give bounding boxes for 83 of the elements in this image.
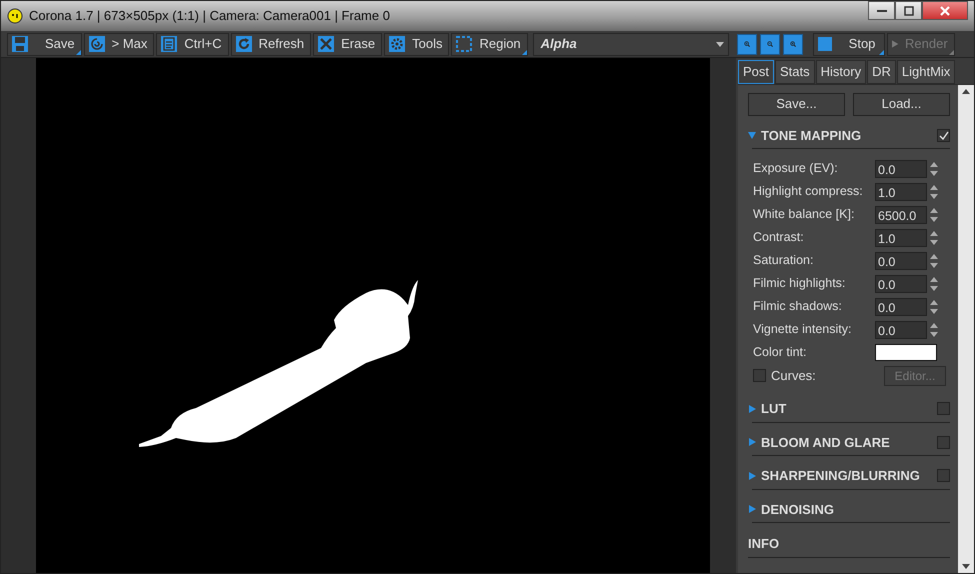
- close-icon: [938, 4, 952, 16]
- number-field[interactable]: 0.0: [875, 320, 927, 338]
- collapsed-arrow-icon[interactable]: [748, 438, 756, 446]
- floppy-icon: [11, 35, 29, 53]
- tab[interactable]: History: [816, 60, 866, 84]
- minimize-button[interactable]: [868, 1, 895, 20]
- number-field[interactable]: 0.0: [875, 298, 927, 316]
- refresh-icon: [234, 35, 253, 53]
- section-title[interactable]: DENOISING: [761, 500, 834, 519]
- window-title: Corona 1.7 | 673×505px (1:1) | Camera: Camera001 | Frame 0: [29, 7, 390, 26]
- spinner-icon: [930, 252, 938, 270]
- checkbox[interactable]: [937, 128, 950, 142]
- spinner-icon: [930, 274, 938, 292]
- panel-button[interactable]: Save...: [748, 92, 845, 116]
- spinner-icon: [930, 160, 938, 178]
- gear-icon: [388, 35, 406, 53]
- expanded-arrow-icon[interactable]: [748, 131, 756, 140]
- zoom-button[interactable]: [760, 34, 780, 54]
- number-field[interactable]: 1.0: [875, 228, 927, 246]
- toolbar-button[interactable]: Erase: [313, 32, 382, 56]
- section-title[interactable]: BLOOM AND GLARE: [761, 432, 890, 452]
- tab[interactable]: Stats: [775, 60, 815, 84]
- number-field[interactable]: 6500.0: [875, 206, 927, 224]
- document-icon: [160, 35, 178, 53]
- toolbar-button[interactable]: Region: [451, 32, 528, 56]
- scroll-up-icon: [962, 88, 970, 94]
- checkbox[interactable]: [937, 469, 950, 482]
- number-field[interactable]: 1.0: [875, 182, 927, 200]
- section-title[interactable]: INFO: [748, 534, 780, 554]
- field-label: Color tint:: [753, 344, 808, 362]
- section-title[interactable]: TONE MAPPING: [761, 126, 862, 145]
- spinner-icon: [930, 320, 938, 338]
- toolbar-button[interactable]: Stop: [812, 32, 885, 56]
- check-icon: [938, 130, 948, 140]
- close-button[interactable]: [922, 1, 968, 20]
- swirl-icon: [88, 35, 106, 53]
- maximize-button[interactable]: [895, 1, 922, 20]
- toolbar-button[interactable]: Refresh: [230, 32, 312, 56]
- checkbox[interactable]: [753, 369, 766, 382]
- collapsed-arrow-icon[interactable]: [748, 505, 756, 514]
- tab[interactable]: Post: [738, 60, 774, 84]
- square-icon: [816, 36, 833, 52]
- field-label: Saturation:: [753, 252, 814, 270]
- spinner-icon: [930, 182, 938, 200]
- maximize-icon: [902, 4, 916, 16]
- minimize-icon: [876, 10, 886, 12]
- dashed-square-icon: [455, 35, 474, 53]
- spinner-icon: [930, 206, 938, 224]
- field-label: White balance [K]:: [753, 206, 856, 224]
- tab[interactable]: DR: [867, 60, 896, 84]
- spinner-icon: [930, 298, 938, 316]
- x-mark-icon: [317, 35, 336, 53]
- tab[interactable]: LightMix: [896, 60, 956, 84]
- field-label: Highlight compress:: [753, 183, 864, 200]
- section-title[interactable]: SHARPENING/BLURRING: [761, 466, 920, 486]
- field-label: Contrast:: [753, 229, 805, 246]
- number-field[interactable]: 0.0: [875, 252, 927, 270]
- section-title[interactable]: LUT: [761, 399, 786, 418]
- spinner-icon: [930, 228, 938, 246]
- collapsed-arrow-icon[interactable]: [748, 472, 756, 480]
- channel-dropdown[interactable]: Alpha: [532, 32, 729, 56]
- toolbar-button[interactable]: Save: [7, 32, 82, 56]
- number-field[interactable]: 0.0: [875, 274, 927, 292]
- zoom-button[interactable]: [782, 34, 803, 54]
- caret-icon: [716, 42, 724, 46]
- field-label: Curves:: [771, 366, 816, 385]
- toolbar-button[interactable]: Ctrl+C: [156, 32, 229, 56]
- panel-button[interactable]: Load...: [853, 92, 950, 116]
- scrollbar[interactable]: [958, 84, 974, 573]
- field-label: Filmic highlights:: [753, 275, 846, 292]
- checkbox[interactable]: [937, 402, 950, 416]
- toolbar-button[interactable]: > Max: [84, 32, 154, 56]
- field-label: Exposure (EV):: [753, 160, 839, 178]
- toolbar-button[interactable]: Tools: [384, 32, 450, 56]
- number-field[interactable]: 0.0: [875, 160, 927, 178]
- collapsed-arrow-icon[interactable]: [748, 404, 756, 413]
- field-label: Vignette intensity:: [753, 321, 852, 338]
- checkbox[interactable]: [937, 436, 950, 449]
- scroll-down-icon: [962, 564, 970, 569]
- color-swatch[interactable]: [875, 344, 937, 361]
- field-label: Filmic shadows:: [753, 298, 843, 316]
- zoom-button[interactable]: [736, 34, 757, 54]
- smiley-icon: [7, 8, 23, 24]
